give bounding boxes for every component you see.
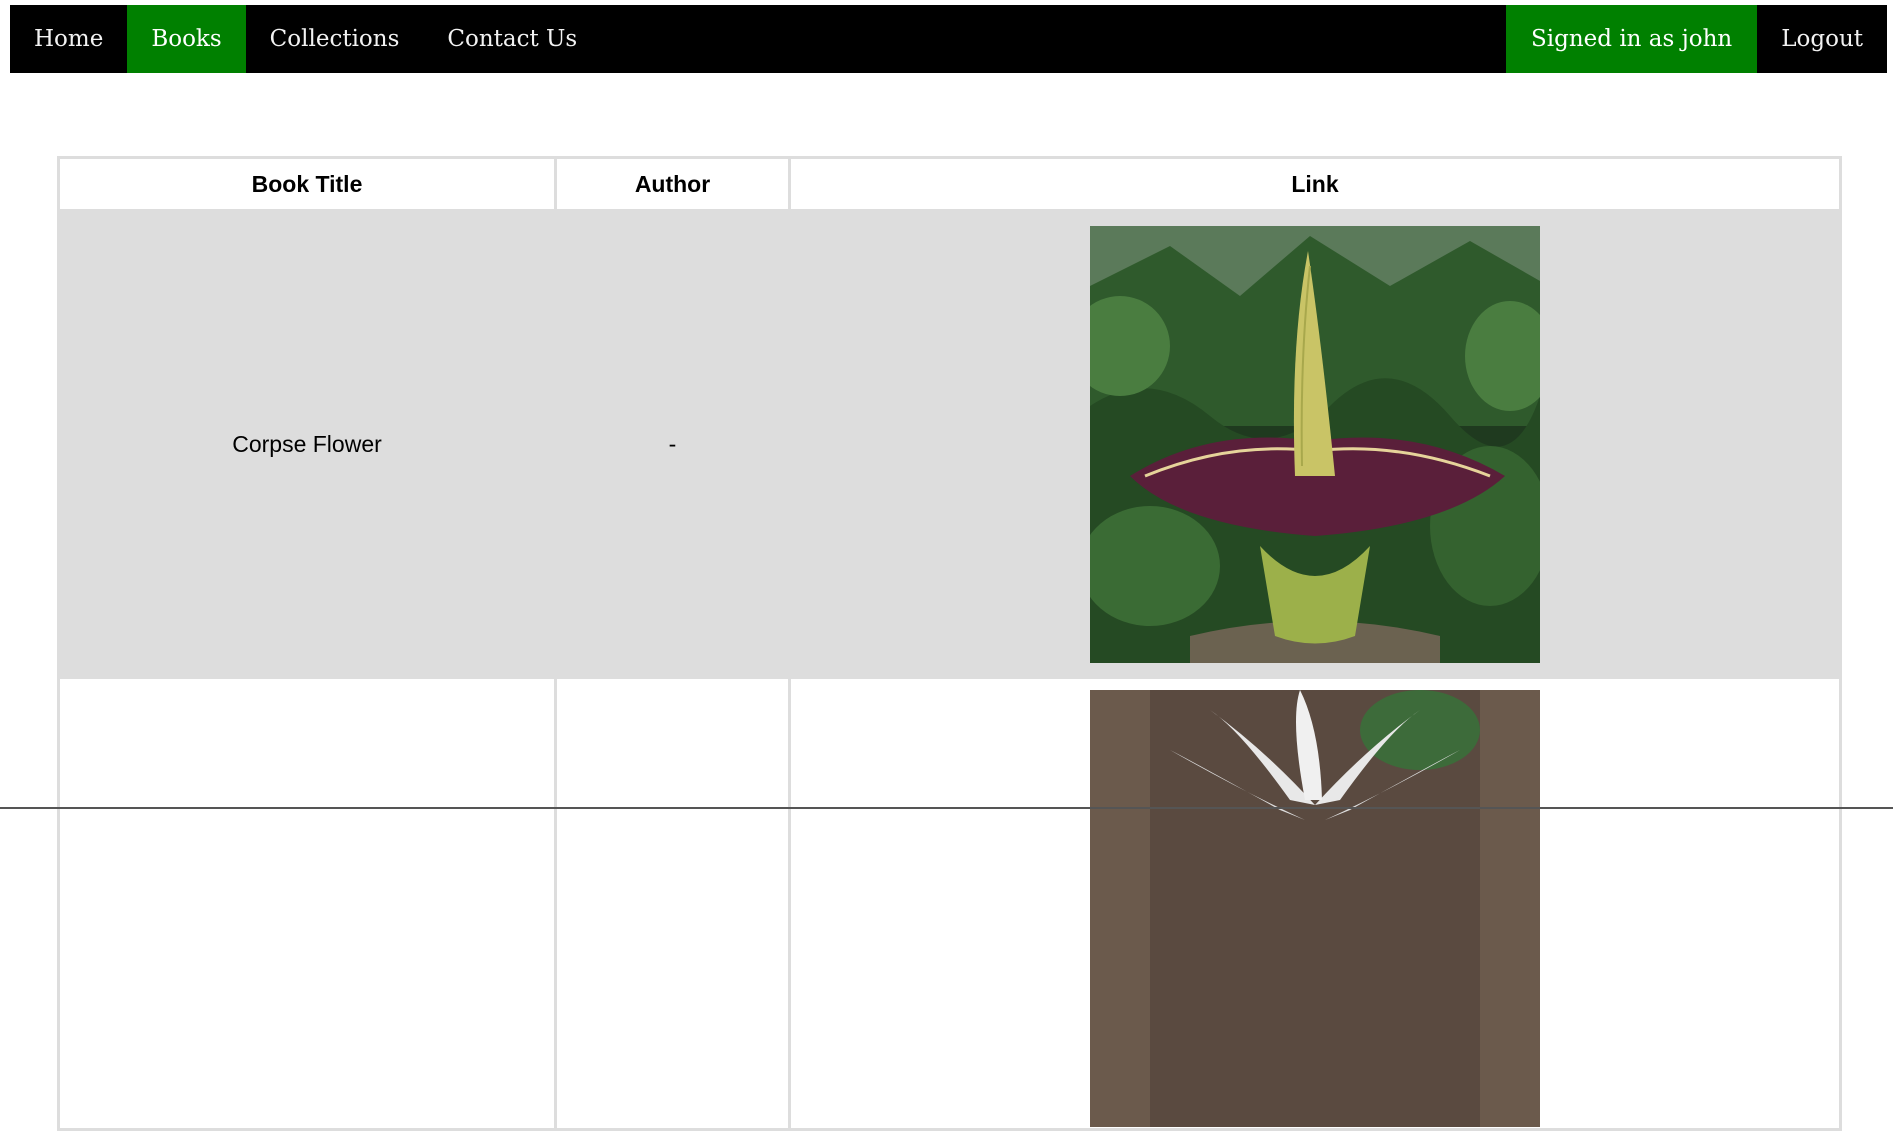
nav-left: Home Books Collections Contact Us (10, 5, 601, 73)
nav-books[interactable]: Books (127, 5, 246, 73)
cell-link (788, 209, 1842, 679)
logout-link[interactable]: Logout (1757, 5, 1887, 73)
nav-home[interactable]: Home (10, 5, 127, 73)
signed-in-indicator[interactable]: Signed in as john (1506, 5, 1758, 73)
books-table: Book Title Author Link Corpse Flower - (57, 156, 1842, 1131)
books-table-wrapper: Book Title Author Link Corpse Flower - (57, 156, 1842, 1131)
nav-right: Signed in as john Logout (1506, 5, 1887, 73)
table-row (57, 676, 1842, 1131)
cell-author (554, 676, 791, 1131)
header-book-title: Book Title (57, 156, 557, 212)
cell-link (788, 676, 1842, 1131)
table-header-row: Book Title Author Link (57, 156, 1842, 212)
nav-contact-us[interactable]: Contact Us (423, 5, 601, 73)
cell-book-title: Corpse Flower (57, 209, 557, 679)
top-navbar: Home Books Collections Contact Us Signed… (10, 5, 1887, 73)
cell-author: - (554, 209, 791, 679)
table-row: Corpse Flower - (57, 209, 1842, 679)
header-author: Author (554, 156, 791, 212)
white-flower-image[interactable] (1090, 690, 1540, 1127)
nav-collections[interactable]: Collections (246, 5, 424, 73)
corpse-flower-image[interactable] (1090, 225, 1540, 663)
header-link: Link (788, 156, 1842, 212)
cell-book-title (57, 676, 557, 1131)
